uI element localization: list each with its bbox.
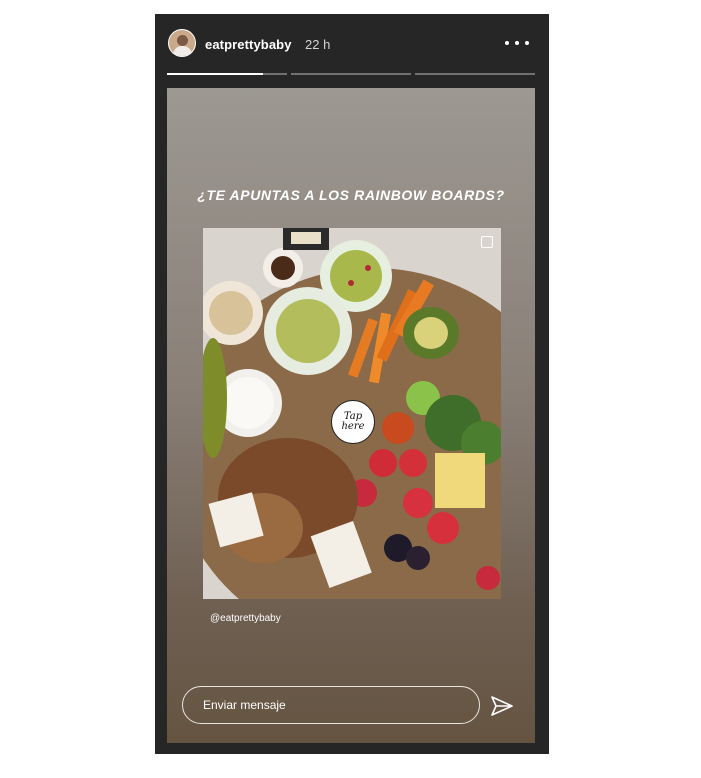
reposted-post-image[interactable]: Tap here (203, 228, 501, 599)
progress-segment-3 (415, 73, 535, 75)
timestamp: 22 h (305, 37, 331, 52)
multiple-images-icon (481, 236, 493, 248)
paper-plane-icon[interactable] (490, 695, 514, 717)
username[interactable]: eatprettybaby (205, 37, 292, 52)
story-viewer: eatprettybaby 22 h ¿TE APUNTAS A LOS RAI… (155, 14, 549, 754)
tap-here-sticker[interactable]: Tap here (331, 400, 375, 444)
sticker-text-line-2: here (341, 421, 365, 432)
more-options-icon[interactable] (505, 34, 529, 52)
progress-segment-1 (167, 73, 287, 75)
send-message-input[interactable] (182, 686, 480, 724)
story-headline: ¿TE APUNTAS A LOS RAINBOW BOARDS? (197, 187, 505, 203)
post-credit[interactable]: @eatprettybaby (210, 613, 281, 624)
story-header: eatprettybaby 22 h (155, 14, 549, 88)
story-progress-bar (167, 73, 535, 75)
user-avatar[interactable] (168, 29, 196, 57)
story-content[interactable]: ¿TE APUNTAS A LOS RAINBOW BOARDS? Tap he… (167, 88, 535, 743)
progress-segment-2 (291, 73, 411, 75)
